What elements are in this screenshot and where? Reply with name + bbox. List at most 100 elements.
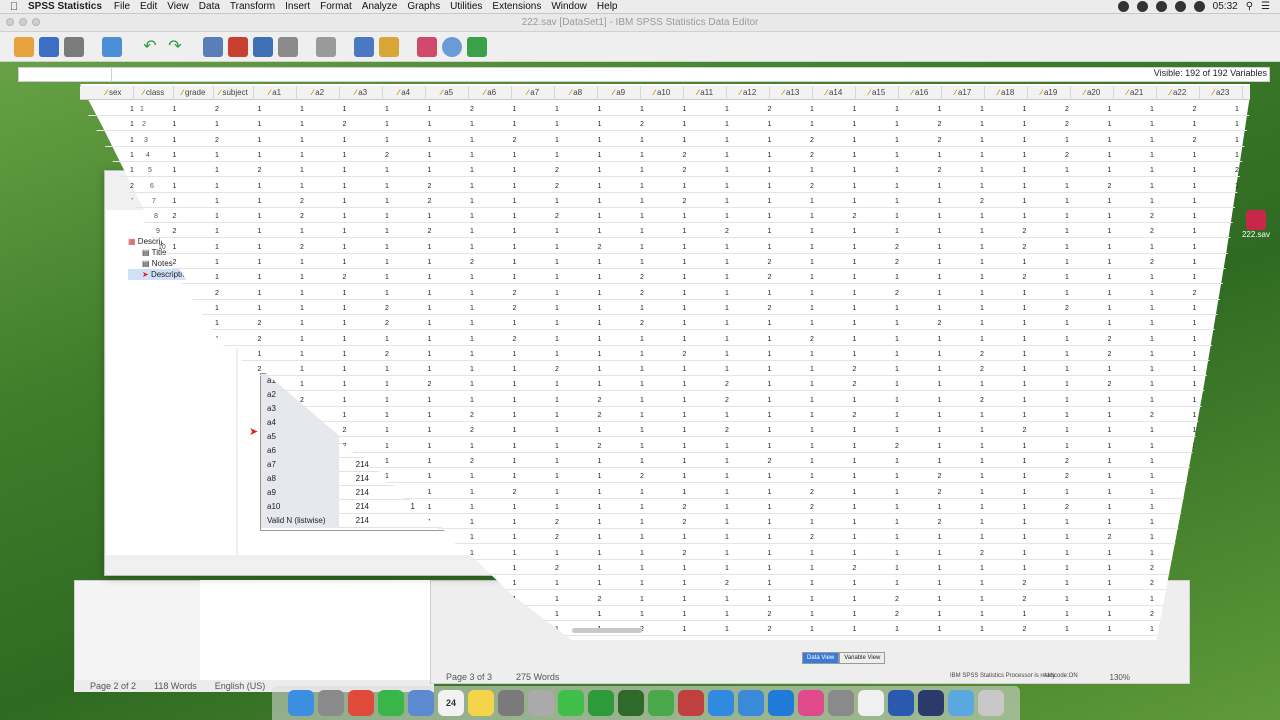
data-cell[interactable]: 1 <box>1193 397 1197 404</box>
data-cell[interactable]: 1 <box>385 121 389 128</box>
data-cell[interactable]: 2 <box>1235 320 1239 327</box>
data-cell[interactable]: 1 <box>555 427 559 434</box>
data-cell[interactable]: 1 <box>640 596 644 603</box>
data-cell[interactable]: 1 <box>1108 473 1112 480</box>
data-cell[interactable]: 1 <box>513 366 517 373</box>
data-cell[interactable]: 1 <box>640 198 644 205</box>
data-cell[interactable]: 1 <box>853 121 857 128</box>
data-cell[interactable]: 1 <box>980 244 984 251</box>
column-header-a13[interactable]: ∕ a13 <box>770 86 813 100</box>
data-cell[interactable]: 1 <box>215 228 219 235</box>
print-icon[interactable] <box>64 36 84 57</box>
menu-view[interactable]: View <box>167 1 189 12</box>
data-cell[interactable]: 1 <box>853 458 857 465</box>
data-cell[interactable]: 1 <box>1108 244 1112 251</box>
column-header-a4[interactable]: ∕ a4 <box>383 86 426 100</box>
data-cell[interactable]: 1 <box>598 504 602 511</box>
data-cell[interactable]: 2 <box>470 259 474 266</box>
data-cell[interactable]: 1 <box>640 443 644 450</box>
data-cell[interactable]: 1 <box>1108 366 1112 373</box>
data-cell[interactable]: 1 <box>725 611 729 618</box>
data-cell[interactable]: 1 <box>853 519 857 526</box>
data-cell[interactable]: 1 <box>598 152 602 159</box>
data-cell[interactable]: 1 <box>725 152 729 159</box>
data-cell[interactable]: 2 <box>555 213 559 220</box>
data-cell[interactable]: 1 <box>980 443 984 450</box>
data-cell[interactable]: 1 <box>598 381 602 388</box>
data-cell[interactable]: 2 <box>215 137 219 144</box>
data-cell[interactable]: 1 <box>300 167 304 174</box>
data-cell[interactable]: 2 <box>980 198 984 205</box>
data-cell[interactable]: 2 <box>938 137 942 144</box>
data-cell[interactable]: 2 <box>215 290 219 297</box>
data-cell[interactable]: 1 <box>938 152 942 159</box>
data-cell[interactable]: 1 <box>1150 137 1154 144</box>
row-header[interactable]: 3 <box>144 137 148 144</box>
data-cell[interactable]: 1 <box>1193 152 1197 159</box>
data-cell[interactable]: 1 <box>895 381 899 388</box>
data-cell[interactable]: 2 <box>555 534 559 541</box>
data-cell[interactable]: 2 <box>470 106 474 113</box>
data-cell[interactable]: 1 <box>640 381 644 388</box>
data-cell[interactable]: 1 <box>215 121 219 128</box>
data-cell[interactable]: 2 <box>895 443 899 450</box>
data-cell[interactable]: 1 <box>980 106 984 113</box>
data-cell[interactable]: 2 <box>895 244 899 251</box>
data-cell[interactable]: 1 <box>215 183 219 190</box>
column-header-a22[interactable]: ∕ a22 <box>1157 86 1200 100</box>
data-cell[interactable]: 2 <box>768 626 772 633</box>
data-cell[interactable]: 1 <box>725 412 729 419</box>
data-cell[interactable]: 2 <box>810 534 814 541</box>
data-cell[interactable]: 1 <box>938 611 942 618</box>
data-cell[interactable]: 1 <box>343 366 347 373</box>
data-cell[interactable]: 1 <box>725 565 729 572</box>
data-cell[interactable]: 2 <box>1150 412 1154 419</box>
data-cell[interactable]: 1 <box>853 244 857 251</box>
data-cell[interactable]: 1 <box>1065 244 1069 251</box>
data-cell[interactable]: 2 <box>1023 626 1027 633</box>
data-cell[interactable]: 2 <box>513 305 517 312</box>
data-cell[interactable]: 1 <box>640 427 644 434</box>
data-cell[interactable]: 1 <box>683 244 687 251</box>
data-cell[interactable]: 2 <box>470 427 474 434</box>
data-cell[interactable]: 1 <box>1150 167 1154 174</box>
data-cell[interactable]: 1 <box>853 596 857 603</box>
data-cell[interactable]: 1 <box>640 213 644 220</box>
data-cell[interactable]: 1 <box>343 290 347 297</box>
data-cell[interactable]: 1 <box>1065 397 1069 404</box>
data-cell[interactable]: 1 <box>598 228 602 235</box>
data-cell[interactable]: 1 <box>853 198 857 205</box>
data-cell[interactable]: 1 <box>938 305 942 312</box>
data-cell[interactable]: 1 <box>938 198 942 205</box>
data-cell[interactable]: 1 <box>513 504 517 511</box>
dock-grapher-icon[interactable] <box>528 690 554 716</box>
data-cell[interactable]: 1 <box>938 443 942 450</box>
data-cell[interactable]: 1 <box>470 121 474 128</box>
data-cell[interactable]: 1 <box>173 106 177 113</box>
variables-icon[interactable] <box>253 36 273 57</box>
data-cell[interactable]: 1 <box>173 137 177 144</box>
data-cell[interactable]: 1 <box>555 458 559 465</box>
data-cell[interactable]: 2 <box>725 580 729 587</box>
data-cell[interactable]: 1 <box>768 137 772 144</box>
data-cell[interactable]: 1 <box>598 336 602 343</box>
column-header-a1[interactable]: ∕ a1 <box>254 86 297 100</box>
data-cell[interactable]: 1 <box>300 381 304 388</box>
data-cell[interactable]: 1 <box>1065 519 1069 526</box>
data-cell[interactable]: 1 <box>1108 213 1112 220</box>
data-cell[interactable]: 1 <box>853 550 857 557</box>
data-cell[interactable]: 1 <box>768 121 772 128</box>
data-cell[interactable]: 1 <box>1065 137 1069 144</box>
data-cell[interactable]: 1 <box>1235 183 1239 190</box>
data-cell[interactable]: 1 <box>555 198 559 205</box>
data-cell[interactable]: 1 <box>385 443 389 450</box>
data-cell[interactable]: 2 <box>300 213 304 220</box>
data-cell[interactable]: 1 <box>428 351 432 358</box>
menu-insert[interactable]: Insert <box>285 1 310 12</box>
data-cell[interactable]: 1 <box>428 121 432 128</box>
data-cell[interactable]: 1 <box>1150 336 1154 343</box>
data-cell[interactable]: 1 <box>683 336 687 343</box>
data-cell[interactable]: 2 <box>810 152 814 159</box>
save-icon[interactable] <box>39 36 59 57</box>
data-cell[interactable]: 1 <box>895 106 899 113</box>
